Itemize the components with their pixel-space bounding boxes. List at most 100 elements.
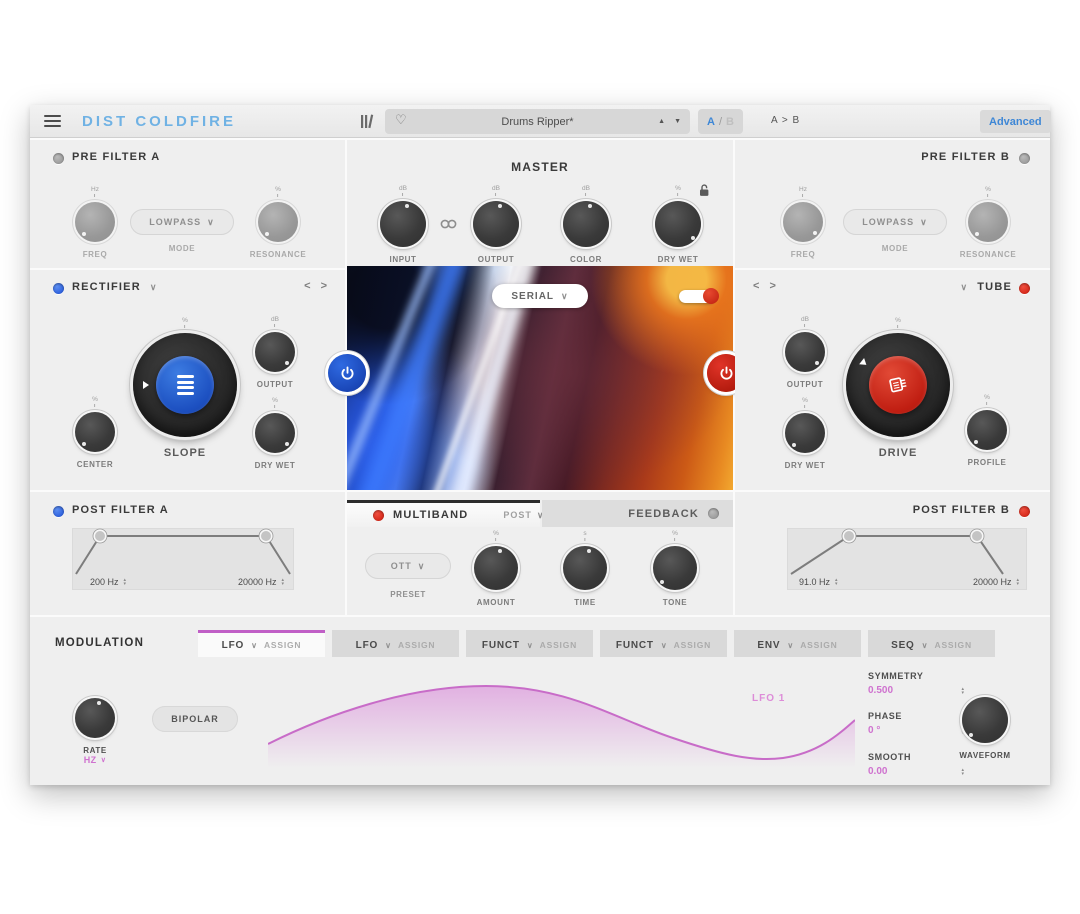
post-filter-b-low-value[interactable]: 91.0 Hz ▴▾	[799, 577, 838, 587]
power-icon	[718, 365, 735, 382]
post-filter-b-graph[interactable]: 91.0 Hz ▴▾ 20000 Hz ▴▾	[787, 528, 1027, 590]
post-filter-a-high-value[interactable]: 20000 Hz ▴▾	[238, 577, 284, 587]
ab-toggle-a[interactable]: A	[707, 116, 715, 128]
feedback-led[interactable]	[708, 508, 719, 519]
pre-filter-b-mode-dropdown[interactable]: LOWPASS ∨	[843, 209, 947, 235]
main-menu-icon[interactable]	[44, 115, 61, 130]
post-filter-b-panel: POST FILTER B 91.0 Hz ▴▾ 20000 Hz ▴▾	[735, 492, 1050, 615]
preset-prev-icon[interactable]: ▲	[658, 117, 665, 126]
ab-toggle[interactable]: A / B	[698, 109, 743, 134]
tab-feedback[interactable]: FEEDBACK	[542, 500, 733, 527]
post-filter-a-graph[interactable]: 200 Hz ▴▾ 20000 Hz ▴▾	[72, 528, 294, 590]
routing-balance-toggle[interactable]	[679, 290, 715, 303]
routing-mode-dropdown[interactable]: SERIAL ∨	[492, 284, 588, 308]
chevron-down-icon: ∨	[661, 641, 667, 650]
bipolar-button[interactable]: BIPOLAR	[152, 706, 238, 732]
engine-a-power-button[interactable]	[328, 354, 366, 392]
lfo-rate-unit-dropdown[interactable]: HZ ∨	[84, 755, 107, 765]
chevron-down-icon: ∨	[101, 756, 107, 764]
spinner-icon[interactable]: ▴▾	[124, 578, 127, 586]
mod-tab-lfo2[interactable]: LFO ∨ ASSIGN	[332, 630, 459, 657]
preset-next-icon[interactable]: ▼	[674, 117, 681, 126]
rectifier-title: RECTIFIER	[72, 281, 141, 293]
modulation-title: MODULATION	[55, 637, 144, 649]
rectifier-led[interactable]	[53, 283, 64, 294]
assign-button[interactable]: ASSIGN	[398, 640, 435, 650]
mod-tab-seq[interactable]: SEQ ∨ ASSIGN	[868, 630, 995, 657]
rectifier-nav: < >	[304, 280, 327, 292]
tube-panel: < > ∨ TUBE dB OUTPUT % DRY WET %	[735, 270, 1050, 490]
chevron-down-icon: ∨	[922, 641, 928, 650]
prev-model-icon[interactable]: <	[304, 280, 310, 292]
modulation-panel: MODULATION LFO ∨ ASSIGN LFO ∨ ASSIGN FUN…	[30, 617, 1050, 785]
assign-button[interactable]: ASSIGN	[800, 640, 837, 650]
chevron-down-icon: ∨	[385, 641, 391, 650]
preset-name[interactable]: Drums Ripper*	[385, 116, 690, 128]
preset-selector[interactable]: ♡ Drums Ripper* ▲ ▼	[385, 109, 690, 134]
favorite-heart-icon[interactable]: ♡	[395, 112, 407, 128]
mod-tab-funct1[interactable]: FUNCT ∨ ASSIGN	[466, 630, 593, 657]
ab-copy-button[interactable]: A > B	[771, 115, 800, 126]
prev-model-icon[interactable]: <	[753, 280, 759, 292]
spinner-icon[interactable]: ▴▾	[281, 578, 284, 586]
phase-value[interactable]: 0 °	[868, 725, 880, 736]
multiband-led[interactable]	[373, 510, 384, 521]
symmetry-param: SYMMETRY 0.500 ▴▾	[868, 671, 964, 696]
top-bar: DIST COLDFIRE ♡ Drums Ripper* ▲ ▼ A / B …	[30, 105, 1050, 138]
chevron-down-icon: ∨	[787, 641, 793, 650]
post-filter-a-led[interactable]	[53, 506, 64, 517]
smooth-value[interactable]: 0.00	[868, 766, 887, 777]
tube-nav: < >	[753, 280, 776, 292]
power-icon	[339, 365, 356, 382]
tab-multiband[interactable]: MULTIBAND POST ∨	[347, 500, 540, 527]
assign-button[interactable]: ASSIGN	[674, 640, 711, 650]
rectifier-mode-icon	[177, 375, 194, 395]
ab-toggle-b[interactable]: B	[726, 116, 734, 128]
spinner-icon[interactable]: ▴▾	[1016, 578, 1019, 586]
pre-filter-b-led[interactable]	[1019, 153, 1030, 164]
spinner-icon[interactable]: ▴▾	[961, 687, 964, 695]
assign-button[interactable]: ASSIGN	[264, 640, 301, 650]
chevron-down-icon: ∨	[561, 291, 569, 302]
next-model-icon[interactable]: >	[321, 280, 327, 292]
multiband-preset-label: PRESET	[390, 590, 426, 599]
chevron-down-icon: ∨	[920, 217, 928, 228]
pre-filter-b-title: PRE FILTER B	[921, 151, 1010, 163]
routing-section: SERIAL ∨	[347, 266, 733, 490]
multiband-position-dropdown[interactable]: POST ∨	[503, 510, 544, 521]
mod-tab-lfo1[interactable]: LFO ∨ ASSIGN	[198, 630, 325, 657]
library-icon[interactable]	[360, 114, 375, 129]
tube-mode-icon	[885, 372, 911, 398]
post-filter-b-high-value[interactable]: 20000 Hz ▴▾	[973, 577, 1019, 587]
assign-button[interactable]: ASSIGN	[540, 640, 577, 650]
symmetry-value[interactable]: 0.500	[868, 685, 893, 696]
pre-filter-a-mode-dropdown[interactable]: LOWPASS ∨	[130, 209, 234, 235]
drywet-lock-icon[interactable]	[699, 184, 710, 197]
tube-header[interactable]: ∨ TUBE	[960, 281, 1012, 293]
pre-filter-a-mode-label: MODE	[169, 244, 195, 253]
pre-filter-a-panel: PRE FILTER A Hz FREQ LOWPASS ∨ MODE % RE…	[30, 140, 345, 268]
pre-filter-a-led[interactable]	[53, 153, 64, 164]
spinner-icon[interactable]: ▴▾	[961, 768, 964, 776]
post-filter-a-low-value[interactable]: 200 Hz ▴▾	[90, 577, 126, 587]
lfo-name-label: LFO 1	[752, 693, 785, 704]
mod-tab-env[interactable]: ENV ∨ ASSIGN	[734, 630, 861, 657]
spinner-icon[interactable]: ▴▾	[835, 578, 838, 586]
chevron-down-icon: ∨	[418, 561, 426, 572]
master-panel: MASTER dB INPUT dB OUTPUT dB COLOR % DRY…	[347, 140, 733, 266]
next-model-icon[interactable]: >	[769, 280, 775, 292]
assign-button[interactable]: ASSIGN	[935, 640, 972, 650]
multiband-preset-dropdown[interactable]: OTT ∨	[365, 553, 451, 579]
multiband-feedback-panel: MULTIBAND POST ∨ FEEDBACK OTT ∨ PRESET %…	[347, 492, 733, 615]
mod-tab-funct2[interactable]: FUNCT ∨ ASSIGN	[600, 630, 727, 657]
post-filter-b-led[interactable]	[1019, 506, 1030, 517]
advanced-button[interactable]: Advanced	[980, 110, 1051, 133]
input-output-link-icon[interactable]	[439, 218, 458, 230]
smooth-param: SMOOTH 0.00 ▴▾	[868, 752, 964, 777]
post-filter-a-title: POST FILTER A	[72, 504, 169, 516]
tube-title: TUBE	[977, 281, 1012, 293]
tube-led[interactable]	[1019, 283, 1030, 294]
post-filter-a-panel: POST FILTER A 200 Hz ▴▾ 20000 Hz ▴▾	[30, 492, 345, 615]
phase-param: PHASE 0 ° ▴▾	[868, 711, 964, 736]
rectifier-header[interactable]: RECTIFIER ∨	[72, 281, 158, 293]
